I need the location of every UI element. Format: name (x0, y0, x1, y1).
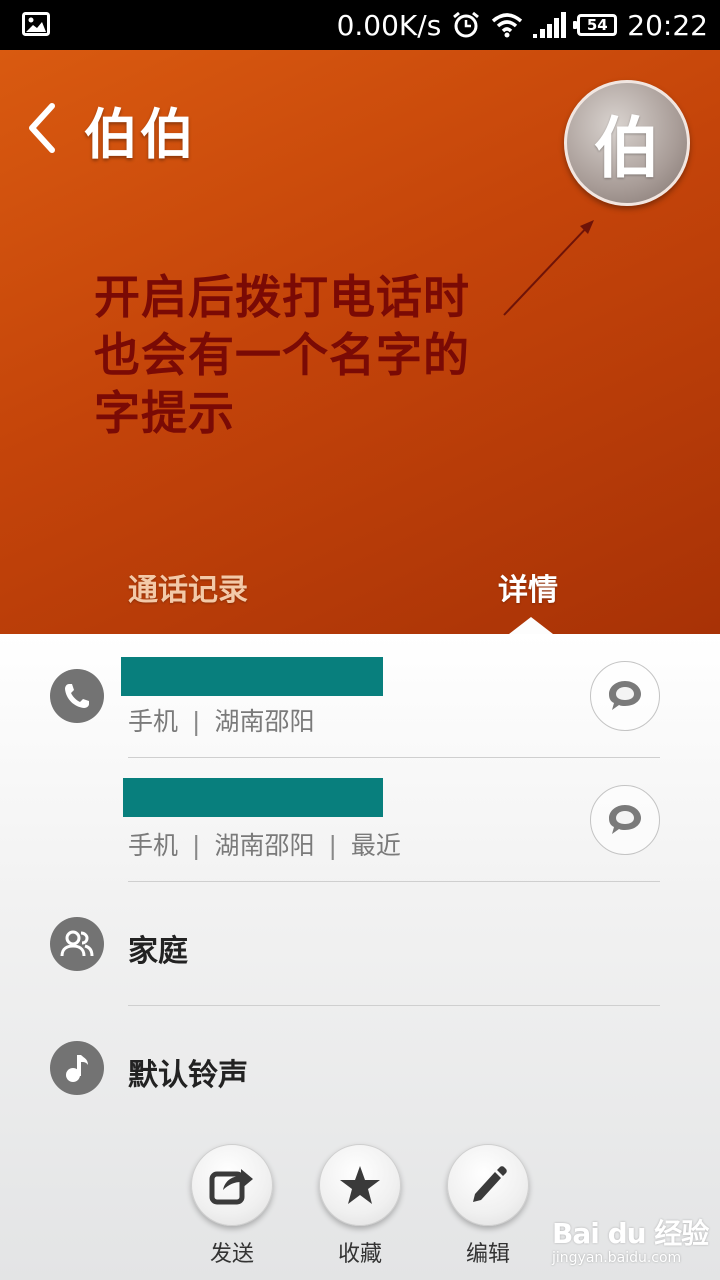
watermark-url: jingyan.baidu.com (552, 1250, 682, 1266)
people-glyph (60, 930, 94, 957)
message-button[interactable] (590, 661, 660, 731)
group-icon (50, 917, 104, 971)
group-label[interactable]: 家庭 (128, 926, 188, 970)
pencil-icon (473, 1166, 507, 1202)
contact-name: 伯伯 (84, 103, 196, 166)
active-tab-indicator (509, 617, 553, 634)
message-button[interactable] (590, 785, 660, 855)
favorite-circle[interactable] (319, 1144, 401, 1226)
recent-label: 最近 (350, 831, 401, 860)
network-speed: 0.00K/s (336, 8, 442, 42)
clock: 20:22 (627, 8, 708, 42)
edit-label: 编辑 (465, 1242, 510, 1267)
meta-separator: | (192, 707, 201, 736)
ringtone-icon (50, 1041, 104, 1095)
alarm-icon (453, 11, 480, 38)
wifi-icon (492, 13, 523, 38)
meta-separator: | (192, 831, 201, 860)
baidu-watermark: Bai du 经验 jingyan.baidu.com (552, 1212, 712, 1270)
send-label: 发送 (209, 1242, 254, 1267)
phone-meta: 手机 | 湖南邵阳 | 最近 (128, 826, 401, 862)
ringtone-label[interactable]: 默认铃声 (128, 1050, 248, 1094)
back-arrow-icon[interactable] (22, 98, 62, 158)
favorite-button[interactable]: 收藏 (318, 1144, 402, 1268)
message-bubble-icon (609, 805, 641, 834)
edit-button[interactable]: 编辑 (446, 1144, 530, 1268)
annotation-line: 字提示 (94, 386, 235, 440)
tab-call-log[interactable]: 通话记录 (128, 565, 248, 609)
meta-separator: | (328, 831, 337, 860)
message-bubble-icon (609, 681, 641, 710)
phone-meta: 手机 | 湖南邵阳 (128, 702, 314, 738)
phone-icon (50, 669, 104, 723)
redacted-phone-number[interactable] (121, 657, 383, 696)
status-bar: 0.00K/s 54 20:22 (0, 0, 720, 50)
phone-location: 湖南邵阳 (214, 707, 315, 736)
phone-type: 手机 (128, 831, 179, 860)
send-button[interactable]: 发送 (190, 1144, 274, 1268)
contact-header: 伯伯 伯 开启后拨打电话时 也会有一个名字的 字提示 通话记录 详情 (0, 50, 720, 634)
music-note-glyph (66, 1055, 88, 1082)
share-icon (209, 1169, 253, 1205)
divider (128, 1005, 660, 1006)
edit-circle[interactable] (447, 1144, 529, 1226)
signal-icon (533, 12, 567, 38)
tab-details[interactable]: 详情 (498, 565, 558, 609)
phone-location: 湖南邵阳 (214, 831, 315, 860)
watermark-main: Bai du 经验 (552, 1217, 709, 1250)
send-circle[interactable] (191, 1144, 273, 1226)
star-icon (340, 1166, 380, 1204)
phone-glyph (65, 684, 89, 708)
image-notification-icon (22, 12, 50, 36)
annotation-line: 也会有一个名字的 (94, 328, 470, 382)
battery-icon: 54 (573, 14, 618, 36)
redacted-phone-number[interactable] (123, 778, 383, 817)
annotation-text: 开启后拨打电话时 也会有一个名字的 字提示 (94, 268, 534, 442)
phone-type: 手机 (128, 707, 179, 736)
annotation-line: 开启后拨打电话时 (94, 270, 470, 324)
divider (128, 881, 660, 882)
divider (128, 757, 660, 758)
favorite-label: 收藏 (337, 1242, 382, 1267)
